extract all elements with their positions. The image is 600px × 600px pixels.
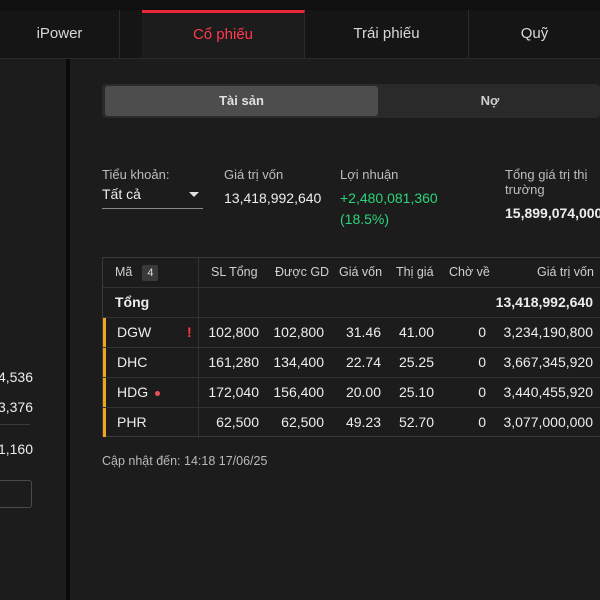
account-label: Tiểu khoản: (102, 167, 170, 182)
row-quantity: 102,800 (208, 324, 259, 340)
row-pending: 0 (478, 414, 486, 430)
row-tradable: 62,500 (281, 414, 324, 430)
row-pending: 0 (478, 384, 486, 400)
header-symbol-label: Mã (115, 265, 133, 279)
row-cost-price: 22.74 (345, 354, 381, 370)
account-select[interactable]: Tất cả (102, 186, 203, 209)
total-row: Tổng 13,418,992,640 (103, 287, 600, 317)
row-symbol: PHR (117, 414, 147, 430)
row-symbol: DGW (117, 324, 152, 340)
row-quantity: 172,040 (208, 384, 259, 400)
row-cost-price: 20.00 (345, 384, 381, 400)
tab-ipower[interactable]: iPower (0, 10, 120, 58)
market-value-label-line2: trường (505, 182, 545, 197)
table-row[interactable]: PHR 62,500 62,500 49.23 52.70 0 3,077,00… (103, 407, 600, 437)
row-market-price: 41.00 (398, 324, 434, 340)
tab-bonds[interactable]: Trái phiếu (305, 10, 469, 58)
last-updated: Cập nhật đến: 14:18 17/06/25 (102, 454, 268, 468)
row-market-price: 25.10 (398, 384, 434, 400)
toggle-debt[interactable]: Nợ (380, 86, 600, 116)
row-accent (103, 348, 106, 377)
tab-spacer (120, 10, 142, 58)
table-row[interactable]: DGW ! 102,800 102,800 31.46 41.00 0 3,23… (103, 317, 600, 347)
row-quantity: 161,280 (208, 354, 259, 370)
row-tradable: 102,800 (273, 324, 324, 340)
toggle-assets[interactable]: Tài sản (105, 86, 378, 116)
cost-label: Giá trị vốn (224, 167, 284, 182)
header-symbol[interactable]: Mã 4 (115, 258, 159, 287)
caret-down-icon (189, 192, 199, 197)
row-cost-value: 3,234,190,800 (503, 324, 593, 340)
row-tradable: 134,400 (273, 354, 324, 370)
profit-value: +2,480,081,360 (340, 190, 438, 206)
market-value: 15,899,074,000 (505, 205, 600, 221)
total-value: 13,418,992,640 (495, 294, 593, 310)
header-tradable[interactable]: Được GD (275, 258, 329, 287)
row-accent (103, 408, 106, 437)
cost-value: 13,418,992,640 (224, 190, 322, 206)
left-value-2: 3,376 (0, 399, 33, 415)
holdings-table: Mã 4 SL Tổng Được GD Giá vốn Thị giá Chờ … (102, 257, 600, 438)
row-cost-price: 49.23 (345, 414, 381, 430)
left-input[interactable] (0, 480, 32, 508)
row-cost-value: 3,667,345,920 (503, 354, 593, 370)
header-quantity[interactable]: SL Tổng (211, 258, 258, 287)
header-pending[interactable]: Chờ về (449, 258, 490, 287)
left-value-1: 4,536 (0, 369, 33, 385)
row-quantity: 62,500 (216, 414, 259, 430)
row-accent (103, 378, 106, 407)
row-accent (103, 318, 106, 347)
top-strip (0, 0, 600, 10)
profit-label: Lợi nhuận (340, 167, 399, 182)
row-market-price: 25.25 (398, 354, 434, 370)
asset-type-tabs: iPower Cổ phiếu Trái phiếu Quỹ (0, 10, 600, 59)
account-select-value: Tất cả (102, 186, 141, 202)
count-badge: 4 (142, 265, 159, 281)
status-dot-icon (155, 391, 160, 396)
header-cost-price[interactable]: Giá vốn (339, 258, 382, 287)
header-cost-value[interactable]: Giá trị vốn (537, 258, 594, 287)
header-market-price[interactable]: Thị giá (396, 258, 434, 287)
row-cost-price: 31.46 (345, 324, 381, 340)
left-value-3: 1,160 (0, 441, 33, 457)
profit-percent: (18.5%) (340, 211, 390, 227)
row-cost-value: 3,077,000,000 (503, 414, 593, 430)
row-pending: 0 (478, 354, 486, 370)
row-market-price: 52.70 (398, 414, 434, 430)
assets-debt-toggle: Tài sản Nợ (102, 84, 600, 118)
table-row[interactable]: DHC 161,280 134,400 22.74 25.25 0 3,667,… (103, 347, 600, 377)
row-pending: 0 (478, 324, 486, 340)
left-panel: 4,536 3,376 1,160 (0, 59, 66, 600)
row-symbol: HDG (117, 384, 149, 400)
row-symbol: DHC (117, 354, 148, 370)
row-cost-value: 3,440,455,920 (503, 384, 593, 400)
left-divider (0, 424, 30, 425)
alert-icon: ! (187, 324, 192, 340)
row-tradable: 156,400 (273, 384, 324, 400)
total-label: Tổng (115, 294, 150, 310)
tab-funds[interactable]: Quỹ (469, 10, 600, 58)
table-row[interactable]: HDG 172,040 156,400 20.00 25.10 0 3,440,… (103, 377, 600, 407)
market-value-label-line1: Tổng giá trị thị (505, 167, 588, 182)
tab-stocks[interactable]: Cổ phiếu (142, 10, 305, 58)
